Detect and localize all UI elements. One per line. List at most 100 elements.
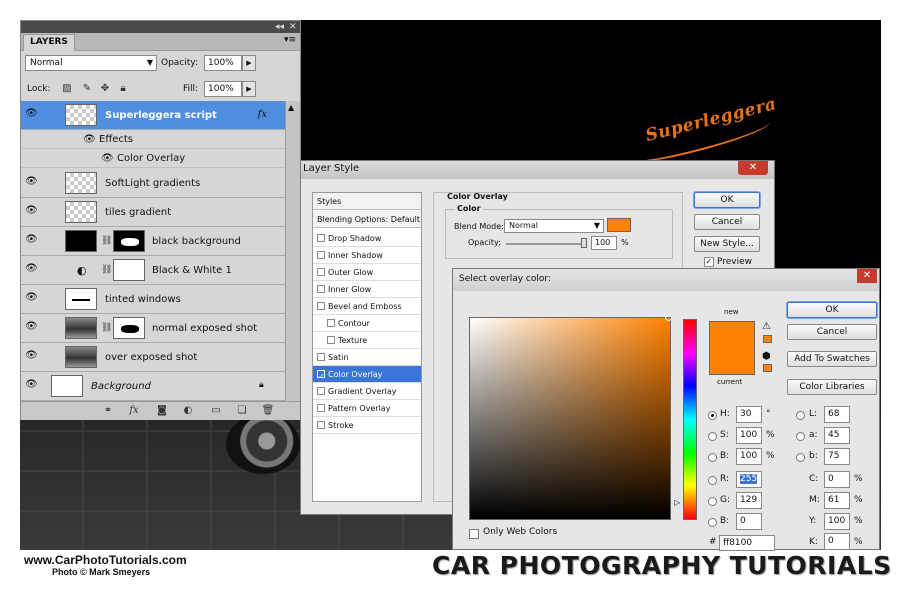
dialog-titlebar[interactable]: Layer Style ✕ [301, 161, 774, 179]
lock-image-icon[interactable]: ✎ [81, 83, 93, 95]
add-to-swatches-button[interactable]: Add To Swatches [787, 351, 877, 367]
style-drop-shadow[interactable]: Drop Shadow [313, 230, 421, 247]
style-stroke[interactable]: Stroke [313, 417, 421, 434]
radio-s[interactable] [708, 432, 717, 441]
radio-g[interactable] [708, 497, 717, 506]
layer-row-black-white[interactable]: 👁︎ ◐ ⛓︎ Black & White 1 [21, 256, 285, 285]
y-field[interactable]: 100 [824, 513, 850, 530]
add-style-icon[interactable]: fx [127, 404, 141, 418]
lab-b-field[interactable]: 75 [824, 448, 850, 465]
opacity-stepper[interactable]: ▶ [242, 55, 256, 71]
color-libraries-button[interactable]: Color Libraries [787, 379, 877, 395]
visibility-eye-icon[interactable]: 👁︎ [25, 322, 38, 332]
fill-stepper[interactable]: ▶ [242, 81, 256, 97]
ok-button[interactable]: OK [694, 192, 760, 208]
color-field[interactable] [469, 317, 671, 520]
new-style-button[interactable]: New Style... [694, 236, 760, 252]
layer-row-tinted-windows[interactable]: 👁︎ tinted windows [21, 285, 285, 314]
web-colors-checkbox[interactable] [469, 529, 479, 539]
opacity-input[interactable]: 100 [591, 236, 617, 250]
effects-row[interactable]: 👁︎ Effects [21, 130, 285, 149]
checkbox[interactable] [327, 319, 335, 327]
checkbox-checked[interactable] [317, 368, 325, 385]
a-field[interactable]: 45 [824, 427, 850, 444]
close-icon[interactable]: ✕ [289, 21, 297, 33]
link-icon[interactable]: ⛓︎ [101, 265, 112, 275]
gamut-warning-icon[interactable]: ⚠ [762, 321, 771, 332]
link-icon[interactable]: ⛓︎ [101, 236, 112, 246]
blending-options-item[interactable]: Blending Options: Default [313, 211, 421, 228]
styles-header[interactable]: Styles [313, 193, 421, 210]
layer-row-background[interactable]: 👁︎ Background 🔒︎ [21, 372, 285, 401]
cancel-button[interactable]: Cancel [694, 214, 760, 230]
new-group-icon[interactable]: ▭ [209, 404, 223, 418]
visibility-eye-icon[interactable]: 👁︎ [25, 380, 38, 390]
radio-a[interactable] [796, 432, 805, 441]
hue-slider-arrow-icon[interactable]: ▷ [674, 498, 680, 507]
link-layers-icon[interactable]: ⚭ [101, 404, 115, 418]
k-field[interactable]: 0 [824, 533, 850, 550]
radio-blue[interactable] [708, 518, 717, 527]
hue-slider[interactable] [683, 319, 697, 520]
layer-row-softlight-gradients[interactable]: 👁︎ SoftLight gradients [21, 169, 285, 198]
overlay-color-swatch[interactable] [607, 218, 631, 232]
current-color-swatch[interactable] [709, 348, 755, 375]
style-satin[interactable]: Satin [313, 349, 421, 366]
visibility-eye-icon[interactable]: 👁︎ [25, 351, 38, 361]
hex-field[interactable]: ff8100 [719, 535, 775, 551]
ok-button[interactable]: OK [787, 302, 877, 318]
visibility-eye-icon[interactable]: 👁︎ [25, 235, 38, 245]
r-field[interactable]: 255 [736, 471, 762, 488]
visibility-eye-icon[interactable]: 👁︎ [25, 206, 38, 216]
new-adjustment-icon[interactable]: ◐ [181, 404, 195, 418]
radio-lab-b[interactable] [796, 453, 805, 462]
checkbox[interactable] [327, 336, 335, 344]
add-mask-icon[interactable]: ◙ [155, 404, 169, 418]
layer-row-over-exposed-shot[interactable]: 👁︎ over exposed shot [21, 343, 285, 372]
style-gradient-overlay[interactable]: Gradient Overlay [313, 383, 421, 400]
layer-row-tiles-gradient[interactable]: 👁︎ tiles gradient [21, 198, 285, 227]
style-inner-shadow[interactable]: Inner Shadow [313, 247, 421, 264]
c-field[interactable]: 0 [824, 471, 850, 488]
checkbox[interactable] [317, 353, 325, 361]
style-contour[interactable]: Contour [313, 315, 421, 332]
lock-position-icon[interactable]: ✥ [99, 83, 111, 95]
style-bevel-emboss[interactable]: Bevel and Emboss [313, 298, 421, 315]
panel-menu-icon[interactable]: ▾≡ [284, 35, 296, 45]
style-inner-glow[interactable]: Inner Glow [313, 281, 421, 298]
layer-row-black-background[interactable]: 👁︎ ⛓︎ black background [21, 227, 285, 256]
checkbox[interactable] [317, 285, 325, 293]
close-icon[interactable]: ✕ [738, 161, 768, 175]
checkbox[interactable] [317, 302, 325, 310]
visibility-eye-icon[interactable]: 👁︎ [25, 177, 38, 187]
trash-icon[interactable]: 🗑︎ [261, 404, 275, 418]
layer-row-normal-exposed-shot[interactable]: 👁︎ ⛓︎ normal exposed shot [21, 314, 285, 343]
web-safe-swatch[interactable] [763, 364, 772, 372]
visibility-eye-icon[interactable]: 👁︎ [25, 293, 38, 303]
fx-icon[interactable]: fx [258, 109, 267, 120]
radio-r[interactable] [708, 476, 717, 485]
l-field[interactable]: 68 [824, 406, 850, 423]
fill-field[interactable]: 100% [204, 81, 242, 97]
checkbox[interactable] [317, 387, 325, 395]
checkbox[interactable] [317, 251, 325, 259]
new-layer-icon[interactable]: ❏ [235, 404, 249, 418]
lock-transparent-icon[interactable]: ▨ [61, 83, 73, 95]
style-color-overlay[interactable]: Color Overlay [313, 366, 421, 385]
blend-mode-dropdown[interactable]: Normal ▼ [25, 55, 157, 71]
s-field[interactable]: 100 [736, 427, 762, 444]
checkbox[interactable] [317, 234, 325, 242]
dialog-titlebar[interactable]: Select overlay color: ✕ [453, 269, 879, 291]
g-field[interactable]: 129 [736, 492, 762, 509]
checkbox[interactable] [317, 404, 325, 412]
h-field[interactable]: 30 [736, 406, 762, 423]
checkbox[interactable] [317, 421, 325, 429]
style-outer-glow[interactable]: Outer Glow [313, 264, 421, 281]
visibility-eye-icon[interactable]: 👁︎ [25, 109, 38, 119]
style-texture[interactable]: Texture [313, 332, 421, 349]
overlay-blend-dropdown[interactable]: Normal ▼ [504, 219, 604, 233]
color-field-marker[interactable] [665, 314, 672, 321]
style-pattern-overlay[interactable]: Pattern Overlay [313, 400, 421, 417]
web-safe-cube-icon[interactable]: ⬢ [762, 351, 771, 362]
opacity-field[interactable]: 100% [204, 55, 242, 71]
